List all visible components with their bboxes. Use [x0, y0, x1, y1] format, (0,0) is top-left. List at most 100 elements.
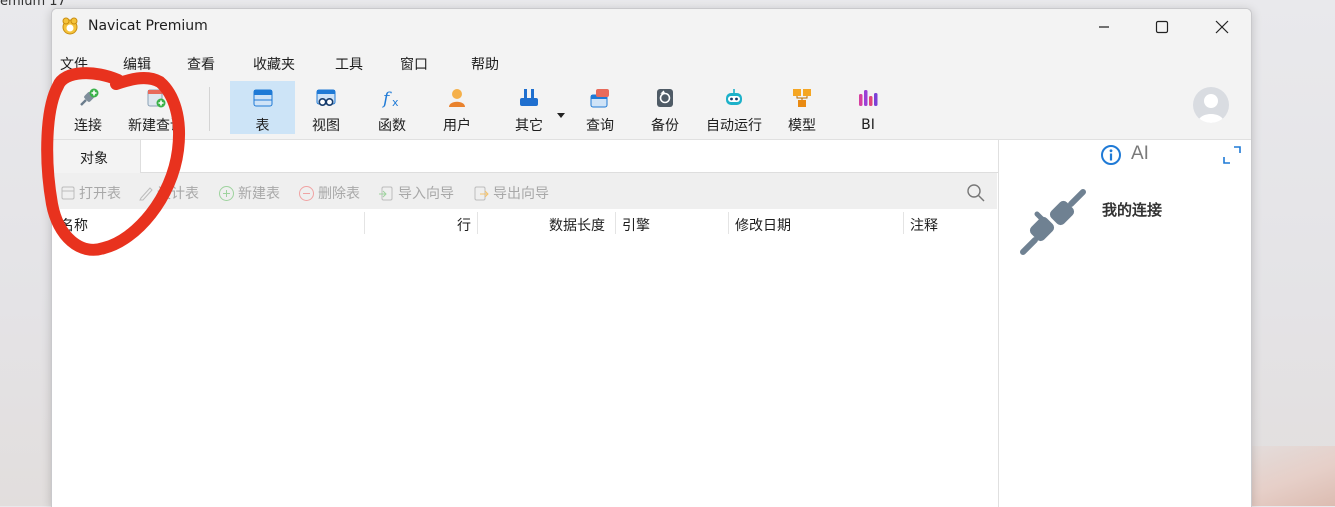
pencil-icon	[139, 187, 153, 201]
object-tab-bar: 对象	[52, 140, 998, 173]
new-table-label: 新建表	[238, 186, 280, 202]
function-button[interactable]: fx 函数	[364, 81, 420, 134]
open-table-icon	[61, 186, 75, 200]
new-query-button[interactable]: 新建查询	[120, 81, 192, 134]
menu-help[interactable]: 帮助	[471, 54, 499, 74]
main-toolbar: 连接 新建查询 表 视图 fx 函数 用户 其它 查询 备份 自动运行 模型 B…	[52, 79, 1251, 140]
function-label: 函数	[378, 118, 406, 134]
column-name[interactable]: 名称	[60, 215, 88, 235]
design-table-button[interactable]: 设计表	[138, 183, 199, 203]
connection-plug-icon	[1020, 189, 1086, 255]
table-label: 表	[255, 118, 270, 134]
other-dropdown-arrow-icon[interactable]	[557, 113, 565, 119]
column-engine[interactable]: 引擎	[622, 215, 650, 235]
backup-button[interactable]: 备份	[637, 81, 693, 134]
menu-tools[interactable]: 工具	[335, 54, 363, 74]
export-wizard-label: 导出向导	[493, 186, 549, 202]
new-table-button[interactable]: 新建表	[218, 183, 280, 203]
automation-label: 自动运行	[706, 118, 762, 134]
tab-objects[interactable]: 对象	[52, 140, 140, 173]
other-tools-icon	[517, 87, 541, 109]
column-data-length[interactable]: 数据长度	[549, 215, 605, 235]
search-button[interactable]	[966, 183, 985, 206]
column-divider[interactable]	[903, 212, 904, 234]
object-list[interactable]	[52, 237, 997, 507]
menu-file[interactable]: 文件	[60, 54, 88, 74]
open-table-button[interactable]: 打开表	[60, 183, 121, 203]
automation-robot-icon	[722, 87, 746, 109]
navicat-app-icon	[62, 17, 78, 35]
delete-table-label: 删除表	[318, 186, 360, 202]
info-icon	[1101, 145, 1121, 165]
maximize-icon	[1155, 20, 1169, 34]
menu-edit[interactable]: 编辑	[123, 54, 151, 74]
model-label: 模型	[788, 118, 816, 134]
column-divider[interactable]	[477, 212, 478, 234]
menu-bar: 文件 编辑 查看 收藏夹 工具 窗口 帮助	[52, 45, 1251, 79]
minus-circle-icon	[299, 185, 314, 201]
connect-plug-icon	[76, 87, 100, 109]
user-label: 用户	[443, 118, 471, 134]
model-button[interactable]: 模型	[774, 81, 830, 134]
svg-text:x: x	[392, 96, 399, 109]
svg-text:f: f	[381, 89, 392, 109]
import-wizard-label: 导入向导	[398, 186, 454, 202]
import-icon	[379, 186, 393, 200]
minimize-icon	[1099, 26, 1109, 28]
table-icon	[251, 87, 275, 109]
other-button[interactable]: 其它	[501, 81, 557, 134]
view-label: 视图	[312, 118, 340, 134]
backup-label: 备份	[651, 118, 679, 134]
design-table-label: 设计表	[157, 186, 199, 202]
new-query-label: 新建查询	[128, 118, 184, 134]
new-query-icon	[144, 87, 168, 109]
tab-strip-empty	[140, 140, 998, 173]
view-button[interactable]: 视图	[298, 81, 354, 134]
connect-button[interactable]: 连接	[60, 81, 116, 134]
object-toolbar: 打开表 设计表 新建表 删除表 导入向导 导出向导	[52, 173, 997, 209]
minimize-button[interactable]	[1075, 9, 1133, 45]
bi-chart-icon	[856, 87, 880, 111]
function-fx-icon: fx	[380, 87, 404, 109]
column-divider[interactable]	[728, 212, 729, 234]
navicat-window: Navicat Premium 文件 编辑 查看 收藏夹 工具 窗口 帮助 连接	[51, 8, 1252, 507]
ai-button[interactable]: AI	[1131, 143, 1149, 165]
user-button[interactable]: 用户	[429, 81, 485, 134]
avatar-person-icon	[1198, 94, 1224, 123]
connect-label: 连接	[74, 118, 102, 134]
close-icon	[1215, 20, 1229, 34]
column-modified-date[interactable]: 修改日期	[735, 215, 791, 235]
model-icon	[790, 87, 814, 109]
object-list-header: 名称 行 数据长度 引擎 修改日期 注释	[52, 209, 997, 237]
export-icon	[474, 186, 489, 200]
info-button[interactable]	[1100, 144, 1122, 170]
toolbar-separator	[209, 87, 210, 131]
export-wizard-button[interactable]: 导出向导	[473, 183, 549, 203]
view-icon	[314, 87, 338, 109]
delete-table-button[interactable]: 删除表	[298, 183, 360, 203]
bi-label: BI	[861, 117, 875, 133]
column-comment[interactable]: 注释	[910, 215, 938, 235]
automation-button[interactable]: 自动运行	[700, 81, 768, 134]
expand-button[interactable]	[1223, 146, 1241, 168]
menu-favorites[interactable]: 收藏夹	[253, 54, 295, 74]
menu-window[interactable]: 窗口	[400, 54, 428, 74]
other-label: 其它	[515, 118, 543, 134]
user-icon	[445, 87, 469, 109]
menu-view[interactable]: 查看	[187, 54, 215, 74]
maximize-button[interactable]	[1133, 9, 1191, 45]
table-button[interactable]: 表	[230, 81, 295, 134]
my-connections-title: 我的连接	[1102, 201, 1163, 219]
user-avatar[interactable]	[1193, 87, 1229, 123]
column-divider[interactable]	[615, 212, 616, 234]
tab-objects-label: 对象	[80, 151, 108, 167]
expand-icon	[1223, 146, 1241, 164]
close-button[interactable]	[1193, 9, 1251, 45]
import-wizard-button[interactable]: 导入向导	[378, 183, 454, 203]
title-bar[interactable]: Navicat Premium	[52, 9, 1251, 45]
query-icon	[588, 87, 612, 109]
bi-button[interactable]: BI	[840, 81, 896, 134]
query-button[interactable]: 查询	[572, 81, 628, 134]
column-divider[interactable]	[364, 212, 365, 234]
column-rows[interactable]: 行	[457, 215, 471, 235]
